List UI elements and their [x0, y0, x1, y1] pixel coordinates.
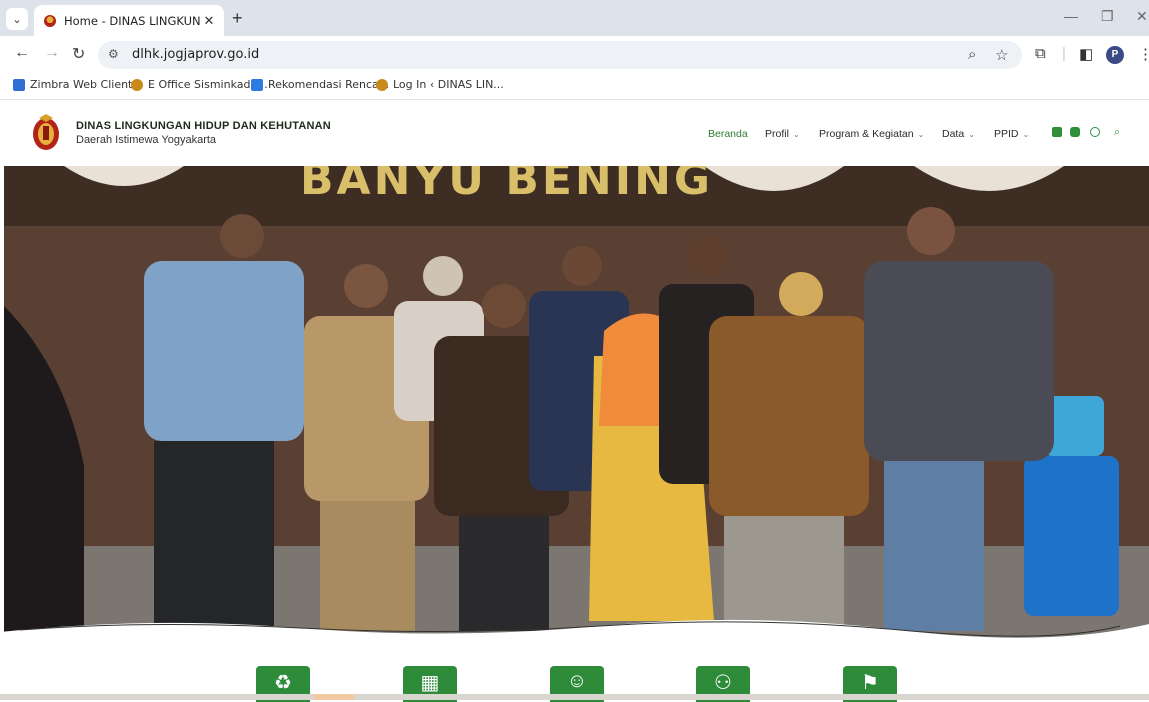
nav-data[interactable]: Data ⌄	[942, 128, 975, 140]
bookmark-favicon-icon	[376, 78, 388, 91]
bookmark-label: Rekomendasi Renca...	[268, 78, 390, 91]
profile-avatar[interactable]: P	[1106, 46, 1124, 64]
nav-label: Program & Kegiatan	[819, 128, 914, 140]
extensions-icon[interactable]: ⧉	[1035, 45, 1046, 62]
page-scroll-track	[0, 694, 1149, 700]
site-header: DINAS LINGKUNGAN HIDUP DAN KEHUTANAN Dae…	[0, 100, 1149, 166]
site-info-icon[interactable]: ⚙	[108, 47, 119, 61]
minimize-icon[interactable]: —	[1064, 8, 1078, 24]
whatsapp-icon[interactable]	[1090, 127, 1100, 137]
dlhk-logo-icon[interactable]	[31, 114, 61, 152]
address-bar[interactable]: ⚙ dlhk.jogjaprov.go.id ⌕ ☆	[98, 41, 1022, 69]
chevron-down-icon: ⌄	[917, 130, 925, 139]
nav-profil[interactable]: Profil ⌄	[765, 128, 800, 140]
map-report-icon: ⚑	[861, 672, 879, 694]
nav-label: Profil	[765, 128, 789, 140]
people-group-icon: ⚇	[714, 672, 732, 694]
instagram-icon[interactable]	[1052, 127, 1062, 137]
bookmark-item[interactable]: E Office Sisminkada...	[131, 78, 268, 91]
site-name[interactable]: DINAS LINGKUNGAN HIDUP DAN KEHUTANAN	[76, 120, 331, 132]
back-icon[interactable]: ←	[14, 44, 30, 62]
tab-title: Home - DINAS LINGKUNGAN H	[64, 13, 200, 28]
chevron-down-icon: ⌄	[792, 130, 800, 139]
bookmark-favicon-icon	[131, 78, 143, 91]
reload-icon[interactable]: ↻	[72, 44, 85, 64]
hero-banner-text: BANYU BENING	[300, 166, 714, 205]
hero-photo: BANYU BENING	[4, 166, 1149, 640]
bookmarks-bar: Zimbra Web Client... E Office Sisminkada…	[0, 72, 1149, 100]
nav-label: Data	[942, 128, 965, 140]
bookmark-item[interactable]: Log In ‹ DINAS LIN...	[376, 78, 504, 91]
zoom-icon[interactable]: ⌕	[968, 46, 976, 63]
browser-tab-bar: ⌄ Home - DINAS LINGKUNGAN H ✕ + — ❐ ✕	[0, 0, 1149, 36]
bookmark-label: E Office Sisminkada...	[148, 78, 268, 91]
site-favicon-icon	[44, 14, 56, 27]
browser-toolbar: ← → ↻ ⚙ dlhk.jogjaprov.go.id ⌕ ☆ ⧉ | ◧ P…	[0, 36, 1149, 72]
new-tab-button[interactable]: +	[232, 8, 243, 29]
toolbar-divider: |	[1062, 45, 1066, 62]
close-window-icon[interactable]: ✕	[1136, 8, 1148, 25]
chat-consult-icon: ☺	[566, 670, 588, 692]
recycle-worker-icon: ♻	[274, 672, 292, 694]
tab-list-button[interactable]: ⌄	[6, 8, 28, 30]
side-panel-icon[interactable]: ◧	[1079, 45, 1093, 63]
tab-close-icon[interactable]: ✕	[200, 13, 218, 29]
url-text[interactable]: dlhk.jogjaprov.go.id	[132, 47, 259, 62]
browser-tab-home[interactable]: Home - DINAS LINGKUNGAN H ✕	[34, 5, 224, 36]
bookmark-label: Log In ‹ DINAS LIN...	[393, 78, 504, 91]
search-icon[interactable]: ⌕	[1114, 126, 1120, 139]
dashboard-icon: ▦	[420, 672, 440, 694]
nav-program-kegiatan[interactable]: Program & Kegiatan ⌄	[819, 128, 924, 140]
bookmark-item[interactable]: Rekomendasi Renca...	[251, 78, 389, 91]
hero-wave-divider	[0, 619, 1149, 652]
bookmark-favicon-icon	[251, 78, 263, 91]
restore-icon[interactable]: ❐	[1101, 8, 1114, 25]
scroll-thumb[interactable]	[314, 694, 354, 700]
hero-photo-illustration	[4, 166, 1149, 640]
chevron-down-icon: ⌄	[968, 130, 975, 139]
bookmark-label: Zimbra Web Client...	[30, 78, 143, 91]
nav-ppid[interactable]: PPID ⌄	[994, 128, 1029, 140]
forward-icon[interactable]: →	[44, 44, 60, 62]
youtube-icon[interactable]	[1070, 127, 1080, 137]
bookmark-favicon-icon	[13, 78, 25, 91]
nav-label: PPID	[994, 128, 1019, 140]
nav-beranda[interactable]: Beranda	[708, 128, 748, 140]
site-subtitle: Daerah Istimewa Yogyakarta	[76, 134, 217, 146]
bookmark-star-icon[interactable]: ☆	[995, 46, 1008, 64]
bookmark-item[interactable]: Zimbra Web Client...	[13, 78, 143, 91]
chevron-down-icon: ⌄	[1022, 130, 1030, 139]
menu-icon[interactable]: ⋮	[1138, 45, 1149, 63]
